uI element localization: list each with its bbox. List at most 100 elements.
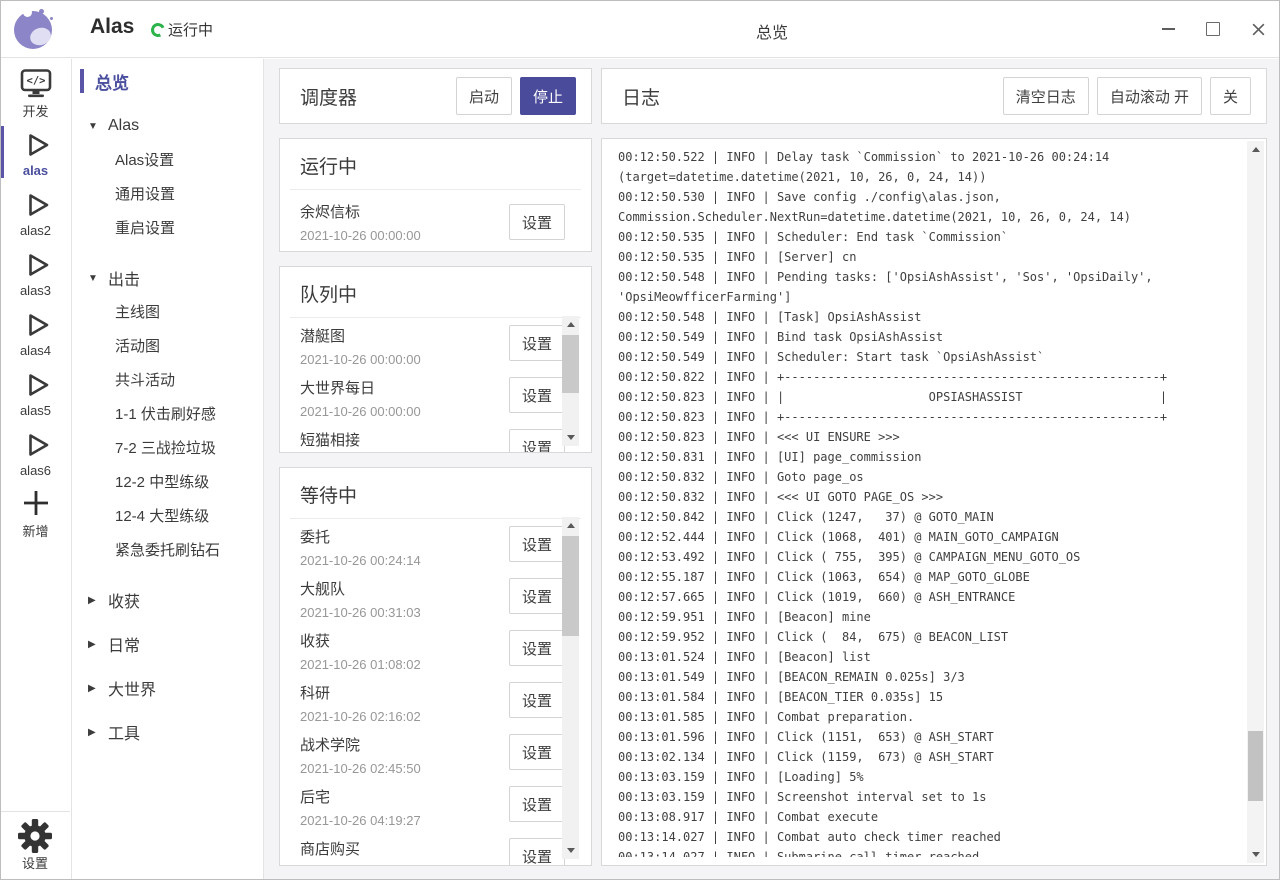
log-line: 00:12:57.665 | INFO | Click (1019, 660) … <box>618 587 1238 607</box>
task-name: 大世界每日 <box>300 377 509 398</box>
minimize-button[interactable] <box>1156 16 1180 42</box>
nav-group-label: 收获 <box>108 588 140 612</box>
nav-item[interactable]: 重启设置 <box>72 212 263 246</box>
scrollbar-thumb[interactable] <box>562 536 579 636</box>
task-setting-button[interactable]: 设置 <box>509 838 565 865</box>
waiting-scrollbar[interactable] <box>562 517 579 859</box>
task-row: 收获 2021-10-26 01:08:02 设置 <box>280 623 591 675</box>
log-line: 00:13:08.917 | INFO | Combat execute <box>618 807 1238 827</box>
rail-item-dev[interactable]: </> 开发 <box>0 63 71 123</box>
queue-card: 队列中 潜艇图 2021-10-26 00:00:00 设置 大世界每日 202… <box>279 266 592 453</box>
rail-item-label: 新增 <box>22 521 48 540</box>
nav-group-header[interactable]: ▼ Alas <box>72 114 263 138</box>
task-setting-button[interactable]: 设置 <box>509 630 565 666</box>
nav-group-日常: ▶ 日常 <box>72 632 263 656</box>
log-line: 00:13:01.524 | INFO | [Beacon] list <box>618 647 1238 667</box>
nav-item[interactable]: 1-1 伏击刷好感 <box>72 398 263 432</box>
nav-item[interactable]: Alas设置 <box>72 144 263 178</box>
scroll-up-icon[interactable] <box>562 316 579 333</box>
log-line: 00:12:59.951 | INFO | [Beacon] mine <box>618 607 1238 627</box>
scrollbar-thumb[interactable] <box>562 335 579 393</box>
nav-item[interactable]: 12-2 中型练级 <box>72 466 263 500</box>
log-line: 00:12:50.549 | INFO | Bind task OpsiAshA… <box>618 327 1238 347</box>
rail-item-alas[interactable]: alas <box>0 123 71 183</box>
rail-item-label: alas <box>23 163 48 178</box>
scroll-down-icon[interactable] <box>562 429 579 446</box>
task-row: 委托 2021-10-26 00:24:14 设置 <box>280 519 591 571</box>
task-setting-button[interactable]: 设置 <box>509 734 565 770</box>
log-line: 00:12:50.549 | INFO | Scheduler: Start t… <box>618 347 1238 367</box>
start-button[interactable]: 启动 <box>456 77 512 115</box>
nav-item[interactable]: 共斗活动 <box>72 364 263 398</box>
scroll-up-icon[interactable] <box>1247 141 1264 158</box>
task-name: 收获 <box>300 630 509 651</box>
running-title: 运行中 <box>280 139 591 189</box>
log-scrollbar[interactable] <box>1247 141 1264 863</box>
log-column: 日志 清空日志 自动滚动 开 关 00:12:50.522 | INFO | D… <box>601 68 1267 866</box>
play-icon <box>19 248 53 282</box>
chevron-icon: ▶ <box>88 639 108 650</box>
alas-logo-icon <box>14 8 56 50</box>
code-monitor-icon: </> <box>18 68 54 99</box>
nav-item[interactable]: 活动图 <box>72 330 263 364</box>
nav-item[interactable]: 通用设置 <box>72 178 263 212</box>
nav-item[interactable]: 主线图 <box>72 296 263 330</box>
nav-group-Alas: ▼ Alas Alas设置通用设置重启设置 <box>72 114 263 246</box>
scroll-down-icon[interactable] <box>562 842 579 859</box>
task-setting-button[interactable]: 设置 <box>509 429 565 452</box>
rail-item-add[interactable]: 新增 <box>0 483 71 543</box>
rail-item-alas5[interactable]: alas5 <box>0 363 71 423</box>
log-output[interactable]: 00:12:50.522 | INFO | Delay task `Commis… <box>618 147 1238 857</box>
task-next-run-time: 2021-10-26 00:31:03 <box>300 605 509 620</box>
waiting-card: 等待中 委托 2021-10-26 00:24:14 设置 大舰队 2021-1… <box>279 467 592 866</box>
task-setting-button[interactable]: 设置 <box>509 204 565 240</box>
scheduler-panel-header: 调度器 启动 停止 <box>279 68 592 124</box>
log-card: 00:12:50.522 | INFO | Delay task `Commis… <box>601 138 1267 866</box>
log-line: 00:12:50.548 | INFO | [Task] OpsiAshAssi… <box>618 307 1238 327</box>
nav-group-header[interactable]: ▶ 工具 <box>72 720 263 744</box>
autoscroll-off-button[interactable]: 关 <box>1210 77 1251 115</box>
close-button[interactable] <box>1246 16 1270 42</box>
task-setting-button[interactable]: 设置 <box>509 578 565 614</box>
task-setting-button[interactable]: 设置 <box>509 786 565 822</box>
rail-item-alas3[interactable]: alas3 <box>0 243 71 303</box>
log-line: 00:12:50.823 | INFO | +-----------------… <box>618 407 1238 427</box>
nav-menu: 总览 ▼ Alas Alas设置通用设置重启设置 ▼ 出击 主线图活动图共斗活动… <box>72 59 264 880</box>
autoscroll-toggle-button[interactable]: 自动滚动 开 <box>1097 77 1202 115</box>
nav-group-header[interactable]: ▶ 收获 <box>72 588 263 612</box>
task-setting-button[interactable]: 设置 <box>509 682 565 718</box>
nav-group-header[interactable]: ▶ 大世界 <box>72 676 263 700</box>
log-line: 00:13:02.134 | INFO | Click (1159, 673) … <box>618 747 1238 767</box>
task-setting-button[interactable]: 设置 <box>509 377 565 413</box>
task-row: 商店购买 设置 <box>280 831 591 865</box>
rail-item-alas2[interactable]: alas2 <box>0 183 71 243</box>
task-row: 后宅 2021-10-26 04:19:27 设置 <box>280 779 591 831</box>
play-icon <box>19 428 53 462</box>
queue-scrollbar[interactable] <box>562 316 579 446</box>
nav-group-出击: ▼ 出击 主线图活动图共斗活动1-1 伏击刷好感7-2 三战捡垃圾12-2 中型… <box>72 266 263 568</box>
task-next-run-time: 2021-10-26 01:08:02 <box>300 657 509 672</box>
log-line: 00:13:14.027 | INFO | Combat auto check … <box>618 827 1238 847</box>
nav-item[interactable]: 7-2 三战捡垃圾 <box>72 432 263 466</box>
rail-item-alas4[interactable]: alas4 <box>0 303 71 363</box>
nav-group-header[interactable]: ▶ 日常 <box>72 632 263 656</box>
gear-icon <box>17 819 53 853</box>
window-controls <box>1135 0 1270 58</box>
rail-item-alas6[interactable]: alas6 <box>0 423 71 483</box>
scroll-down-icon[interactable] <box>1247 846 1264 863</box>
task-setting-button[interactable]: 设置 <box>509 325 565 361</box>
nav-item[interactable]: 紧急委托刷钻石 <box>72 534 263 568</box>
nav-item[interactable]: 12-4 大型练级 <box>72 500 263 534</box>
scroll-up-icon[interactable] <box>562 517 579 534</box>
scrollbar-thumb[interactable] <box>1248 731 1263 801</box>
running-spinner-icon <box>149 21 167 39</box>
settings-button[interactable]: 设置 <box>0 811 70 880</box>
stop-button[interactable]: 停止 <box>520 77 576 115</box>
app-title: Alas <box>90 15 134 39</box>
maximize-button[interactable] <box>1201 16 1225 42</box>
task-setting-button[interactable]: 设置 <box>509 526 565 562</box>
nav-group-header[interactable]: ▼ 出击 <box>72 266 263 290</box>
log-line: 00:13:01.549 | INFO | [BEACON_REMAIN 0.0… <box>618 667 1238 687</box>
nav-item-overview[interactable]: 总览 <box>72 68 263 94</box>
clear-log-button[interactable]: 清空日志 <box>1003 77 1089 115</box>
